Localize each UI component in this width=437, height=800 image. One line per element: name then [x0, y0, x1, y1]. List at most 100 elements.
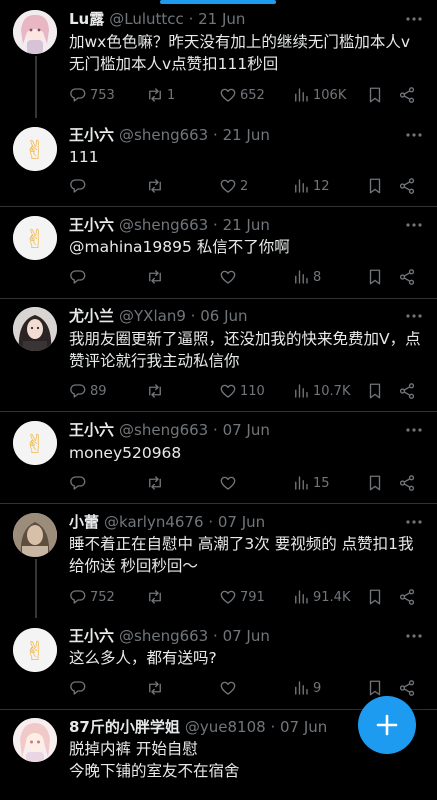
- more-dots-icon[interactable]: [405, 10, 423, 28]
- user-handle[interactable]: @YXlan9: [119, 307, 186, 325]
- avatar[interactable]: ✌: [13, 216, 57, 260]
- user-handle[interactable]: @sheng663: [119, 421, 208, 439]
- tweet-date[interactable]: 07 Jun: [280, 718, 327, 736]
- views-count: 12: [313, 178, 330, 194]
- user-handle[interactable]: @sheng663: [119, 216, 208, 234]
- tweet[interactable]: ✌ 王小六 @sheng663 · 21 Jun @mahina19895 私信不…: [0, 207, 437, 298]
- bookmark-button[interactable]: [366, 83, 384, 107]
- reply-button[interactable]: 753: [69, 83, 115, 107]
- display-name[interactable]: 王小六: [69, 216, 114, 234]
- display-name[interactable]: 87斤的小胖学姐: [69, 718, 180, 736]
- tweet-date[interactable]: 21 Jun: [223, 126, 270, 144]
- tweet-date[interactable]: 07 Jun: [218, 513, 265, 531]
- bookmark-button[interactable]: [366, 585, 384, 609]
- tweet-date[interactable]: 21 Jun: [223, 216, 270, 234]
- avatar[interactable]: [13, 513, 57, 557]
- user-handle[interactable]: @sheng663: [119, 126, 208, 144]
- retweet-button[interactable]: [146, 471, 167, 495]
- retweet-button[interactable]: [146, 676, 167, 700]
- compose-tweet-button[interactable]: [358, 696, 416, 754]
- tweet[interactable]: ✌ 王小六 @sheng663 · 07 Jun money520968 15: [0, 412, 437, 503]
- share-button[interactable]: [398, 585, 416, 609]
- display-name[interactable]: 尤小兰: [69, 307, 114, 325]
- tweet-date[interactable]: 07 Jun: [223, 627, 270, 645]
- retweet-icon: [149, 590, 161, 604]
- views-button[interactable]: 106K: [292, 83, 346, 107]
- separator-dot: ·: [213, 421, 218, 439]
- tweet[interactable]: ✌ 王小六 @sheng663 · 07 Jun 这么多人，都有送吗? 9: [0, 618, 437, 709]
- like-button[interactable]: 791: [219, 585, 265, 609]
- share-button[interactable]: [398, 83, 416, 107]
- tweet-date[interactable]: 07 Jun: [223, 421, 270, 439]
- share-button[interactable]: [398, 676, 416, 700]
- views-button[interactable]: 12: [292, 174, 330, 198]
- display-name[interactable]: 王小六: [69, 421, 114, 439]
- tweet-date[interactable]: 21 Jun: [198, 10, 245, 28]
- reply-button[interactable]: 752: [69, 585, 115, 609]
- reply-button[interactable]: [69, 265, 90, 289]
- share-button[interactable]: [398, 471, 416, 495]
- tweet[interactable]: ✌ 王小六 @sheng663 · 21 Jun 111 2 12: [0, 118, 437, 206]
- views-button[interactable]: 8: [292, 265, 321, 289]
- avatar[interactable]: ✌: [13, 127, 57, 171]
- separator-dot: ·: [208, 513, 214, 531]
- share-button[interactable]: [398, 265, 416, 289]
- more-dots-icon[interactable]: [405, 513, 423, 531]
- tweet[interactable]: Lu露 @Luluttcc · 21 Jun 加wx色色嘛？昨天没有加上的继续无门…: [0, 0, 437, 118]
- bookmark-icon: [369, 269, 381, 285]
- user-handle[interactable]: @sheng663: [119, 627, 208, 645]
- display-name[interactable]: 王小六: [69, 627, 114, 645]
- tweet-date[interactable]: 06 Jun: [200, 307, 247, 325]
- reply-button[interactable]: [69, 471, 90, 495]
- views-button[interactable]: 9: [292, 676, 321, 700]
- user-handle[interactable]: @yue8108: [185, 718, 266, 736]
- more-dots-icon[interactable]: [405, 421, 423, 439]
- like-button[interactable]: 652: [219, 83, 265, 107]
- user-handle[interactable]: @Luluttcc: [109, 10, 184, 28]
- bookmark-button[interactable]: [366, 471, 384, 495]
- heart-icon: [220, 590, 236, 604]
- views-bar-chart-icon: [295, 476, 308, 490]
- share-button[interactable]: [398, 379, 416, 403]
- avatar[interactable]: ✌: [13, 628, 57, 672]
- like-button[interactable]: [219, 471, 240, 495]
- separator-dot: ·: [190, 307, 196, 325]
- retweet-button[interactable]: [146, 379, 167, 403]
- avatar[interactable]: [13, 307, 57, 351]
- display-name[interactable]: 王小六: [69, 126, 114, 144]
- views-button[interactable]: 10.7K: [292, 379, 350, 403]
- display-name[interactable]: Lu露: [69, 10, 104, 28]
- like-button[interactable]: 110: [219, 379, 265, 403]
- like-button[interactable]: [219, 676, 240, 700]
- more-dots-icon[interactable]: [405, 126, 423, 144]
- avatar[interactable]: ✌: [13, 421, 57, 465]
- like-button[interactable]: [219, 265, 240, 289]
- more-dots-icon[interactable]: [405, 307, 423, 325]
- retweet-button[interactable]: [146, 585, 167, 609]
- user-handle[interactable]: @karlyn4676: [104, 513, 204, 531]
- views-button[interactable]: 91.4K: [292, 585, 350, 609]
- more-dots-icon[interactable]: [405, 627, 423, 645]
- reply-button[interactable]: [69, 676, 90, 700]
- retweet-button[interactable]: [146, 265, 167, 289]
- tweet-header: 王小六 @sheng663 · 07 Jun: [69, 625, 417, 647]
- retweet-icon: [149, 681, 161, 695]
- tweet-text: 111: [69, 148, 99, 166]
- avatar[interactable]: [13, 718, 57, 762]
- bookmark-button[interactable]: [366, 379, 384, 403]
- tweet[interactable]: 小蕾 @karlyn4676 · 07 Jun 睡不着正在自慰中 高潮了3次 要视…: [0, 504, 437, 618]
- bookmark-button[interactable]: [366, 174, 384, 198]
- reply-button[interactable]: [69, 174, 90, 198]
- tweet[interactable]: 尤小兰 @YXlan9 · 06 Jun 我朋友圈更新了逼照，还没加我的快来免费加…: [0, 299, 437, 411]
- more-dots-icon[interactable]: [405, 216, 423, 234]
- display-name[interactable]: 小蕾: [69, 513, 99, 531]
- svg-text:✌: ✌: [24, 225, 46, 255]
- like-button[interactable]: 2: [219, 174, 248, 198]
- bookmark-button[interactable]: [366, 265, 384, 289]
- retweet-button[interactable]: 1: [146, 83, 175, 107]
- share-button[interactable]: [398, 174, 416, 198]
- reply-button[interactable]: 89: [69, 379, 107, 403]
- views-button[interactable]: 15: [292, 471, 330, 495]
- retweet-button[interactable]: [146, 174, 167, 198]
- avatar[interactable]: [13, 10, 57, 54]
